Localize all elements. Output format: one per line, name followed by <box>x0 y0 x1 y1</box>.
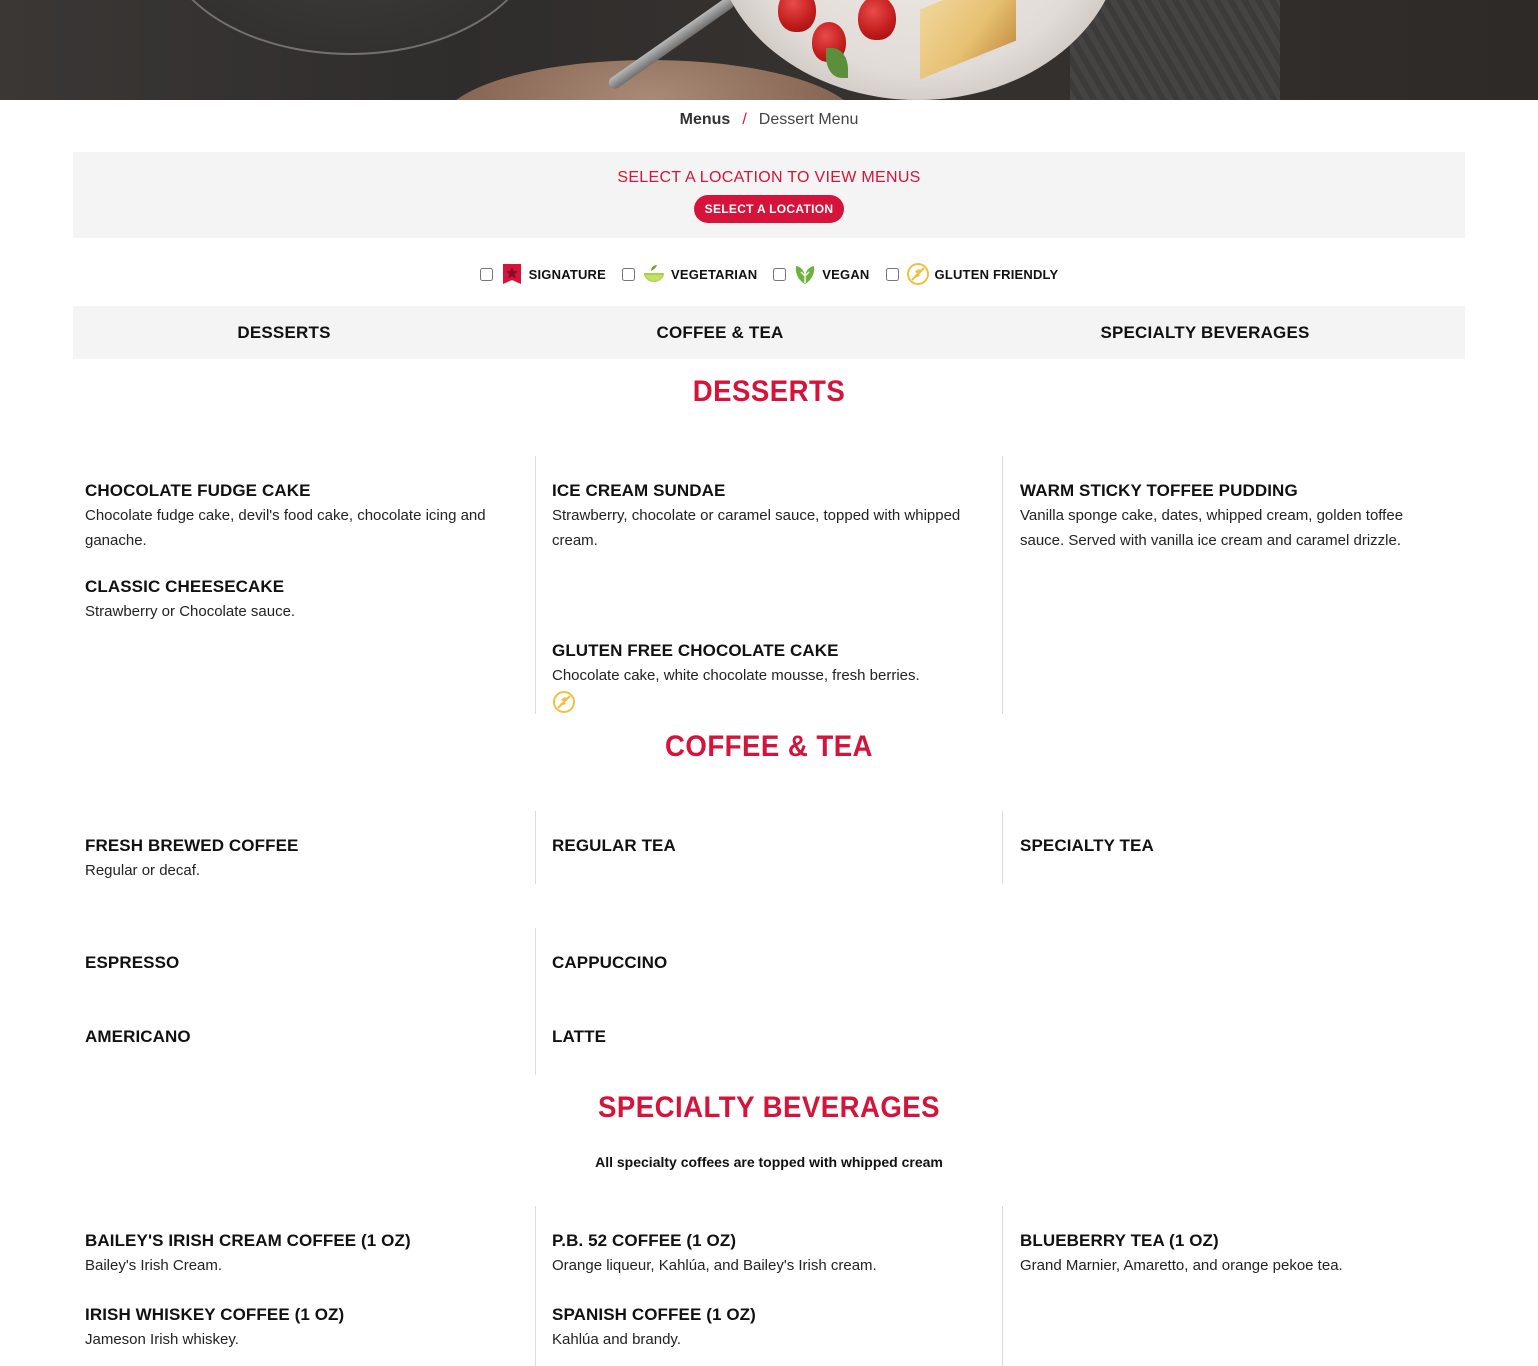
select-location-button[interactable]: SELECT A LOCATION <box>693 195 845 223</box>
item-name: GLUTEN FREE CHOCOLATE CAKE <box>552 641 839 660</box>
item-description: Orange liqueur, Kahlúa, and Bailey's Iri… <box>552 1257 877 1274</box>
item-name: SPANISH COFFEE (1 OZ) <box>552 1305 756 1324</box>
item-description: Kahlúa and brandy. <box>552 1331 681 1348</box>
column-divider <box>535 456 536 714</box>
tab-desserts[interactable]: DESSERTS <box>237 306 330 359</box>
strawberry-image <box>858 0 896 40</box>
column-divider <box>1002 456 1003 714</box>
gluten-friendly-icon <box>906 262 930 286</box>
filter-signature[interactable]: SIGNATURE <box>479 262 607 286</box>
menu-item: BAILEY'S IRISH CREAM COFFEE (1 OZ) Baile… <box>85 1231 515 1278</box>
gluten-friendly-icon <box>552 690 982 719</box>
hero-image <box>0 0 1538 100</box>
glass-plate-image <box>160 0 540 55</box>
menu-item: CAPPUCCINO <box>552 953 982 973</box>
location-title: SELECT A LOCATION TO VIEW MENUS <box>617 169 921 186</box>
item-description: Chocolate cake, white chocolate mousse, … <box>552 667 920 684</box>
breadcrumb-menus-link[interactable]: Menus <box>680 111 731 128</box>
item-description: Strawberry, chocolate or caramel sauce, … <box>552 507 961 549</box>
menu-item: AMERICANO <box>85 1027 515 1047</box>
item-name: AMERICANO <box>85 1027 191 1046</box>
column-divider <box>535 811 536 884</box>
breadcrumb-separator: / <box>742 111 747 128</box>
item-description: Grand Marnier, Amaretto, and orange peko… <box>1020 1257 1343 1274</box>
item-name: IRISH WHISKEY COFFEE (1 OZ) <box>85 1305 345 1324</box>
menu-item: CHOCOLATE FUDGE CAKE Chocolate fudge cak… <box>85 481 515 553</box>
breadcrumb: Menus / Dessert Menu <box>0 111 1538 129</box>
section-note: All specialty coffees are topped with wh… <box>595 1154 943 1170</box>
dietary-filters: SIGNATURE VEGETARIAN VEGAN GLUTEN FRIEND… <box>0 262 1538 286</box>
item-name: ESPRESSO <box>85 953 180 972</box>
menu-item: ICE CREAM SUNDAE Strawberry, chocolate o… <box>552 481 982 553</box>
section-title-coffee-tea: COFFEE & TEA <box>665 730 873 763</box>
column-divider <box>1002 811 1003 884</box>
breadcrumb-current: Dessert Menu <box>758 111 859 128</box>
item-name: CAPPUCCINO <box>552 953 668 972</box>
item-description: Jameson Irish whiskey. <box>85 1331 239 1348</box>
location-panel: SELECT A LOCATION TO VIEW MENUS SELECT A… <box>73 152 1465 238</box>
item-name: CLASSIC CHEESECAKE <box>85 577 285 596</box>
menu-item: SPANISH COFFEE (1 OZ) Kahlúa and brandy. <box>552 1305 982 1352</box>
filter-label: VEGAN <box>822 266 870 282</box>
item-description: Chocolate fudge cake, devil's food cake,… <box>85 507 486 549</box>
vegan-checkbox[interactable] <box>773 267 787 281</box>
filter-gluten-friendly[interactable]: GLUTEN FRIENDLY <box>885 262 1059 286</box>
menu-item: GLUTEN FREE CHOCOLATE CAKE Chocolate cak… <box>552 641 982 719</box>
napkin-image <box>1070 0 1280 100</box>
column-divider <box>535 928 536 1075</box>
menu-tabs: DESSERTS COFFEE & TEA SPECIALTY BEVERAGE… <box>73 306 1465 359</box>
menu-item: LATTE <box>552 1027 982 1047</box>
signature-checkbox[interactable] <box>479 267 493 281</box>
tab-specialty-beverages[interactable]: SPECIALTY BEVERAGES <box>1100 306 1309 359</box>
item-name: WARM STICKY TOFFEE PUDDING <box>1020 481 1298 500</box>
gluten-friendly-checkbox[interactable] <box>885 267 899 281</box>
item-name: BLUEBERRY TEA (1 OZ) <box>1020 1231 1219 1250</box>
filter-vegan[interactable]: VEGAN <box>773 262 869 286</box>
menu-item: IRISH WHISKEY COFFEE (1 OZ) Jameson Iris… <box>85 1305 515 1352</box>
filter-label: VEGETARIAN <box>671 266 758 282</box>
item-description: Regular or decaf. <box>85 862 201 879</box>
item-name: REGULAR TEA <box>552 836 676 855</box>
item-name: CHOCOLATE FUDGE CAKE <box>85 481 311 500</box>
item-description: Bailey's Irish Cream. <box>85 1257 223 1274</box>
item-name: FRESH BREWED COFFEE <box>85 836 299 855</box>
filter-label: GLUTEN FRIENDLY <box>934 266 1059 282</box>
column-divider <box>1002 1206 1003 1366</box>
vegan-leaf-icon <box>793 262 817 286</box>
menu-item: REGULAR TEA <box>552 836 982 856</box>
item-name: ICE CREAM SUNDAE <box>552 481 726 500</box>
vegetarian-bowl-icon <box>642 262 666 286</box>
menu-item: BLUEBERRY TEA (1 OZ) Grand Marnier, Amar… <box>1020 1231 1450 1278</box>
item-name: BAILEY'S IRISH CREAM COFFEE (1 OZ) <box>85 1231 411 1250</box>
vegetarian-checkbox[interactable] <box>622 267 636 281</box>
menu-item: CLASSIC CHEESECAKE Strawberry or Chocola… <box>85 577 515 624</box>
item-description: Vanilla sponge cake, dates, whipped crea… <box>1020 507 1404 549</box>
menu-item: FRESH BREWED COFFEE Regular or decaf. <box>85 836 515 883</box>
tab-coffee-tea[interactable]: COFFEE & TEA <box>656 306 783 359</box>
filter-label: SIGNATURE <box>528 266 607 282</box>
menu-item: P.B. 52 COFFEE (1 OZ) Orange liqueur, Ka… <box>552 1231 982 1278</box>
section-title-specialty-beverages: SPECIALTY BEVERAGES <box>597 1091 941 1124</box>
item-name: LATTE <box>552 1027 607 1046</box>
section-title-desserts: DESSERTS <box>692 375 846 408</box>
filter-vegetarian[interactable]: VEGETARIAN <box>622 262 757 286</box>
item-name: P.B. 52 COFFEE (1 OZ) <box>552 1231 737 1250</box>
menu-item: SPECIALTY TEA <box>1020 836 1450 856</box>
item-name: SPECIALTY TEA <box>1020 836 1154 855</box>
column-divider <box>535 1206 536 1366</box>
item-description: Strawberry or Chocolate sauce. <box>85 603 296 620</box>
menu-item: ESPRESSO <box>85 953 515 973</box>
signature-star-icon <box>500 262 524 286</box>
menu-item: WARM STICKY TOFFEE PUDDING Vanilla spong… <box>1020 481 1450 553</box>
